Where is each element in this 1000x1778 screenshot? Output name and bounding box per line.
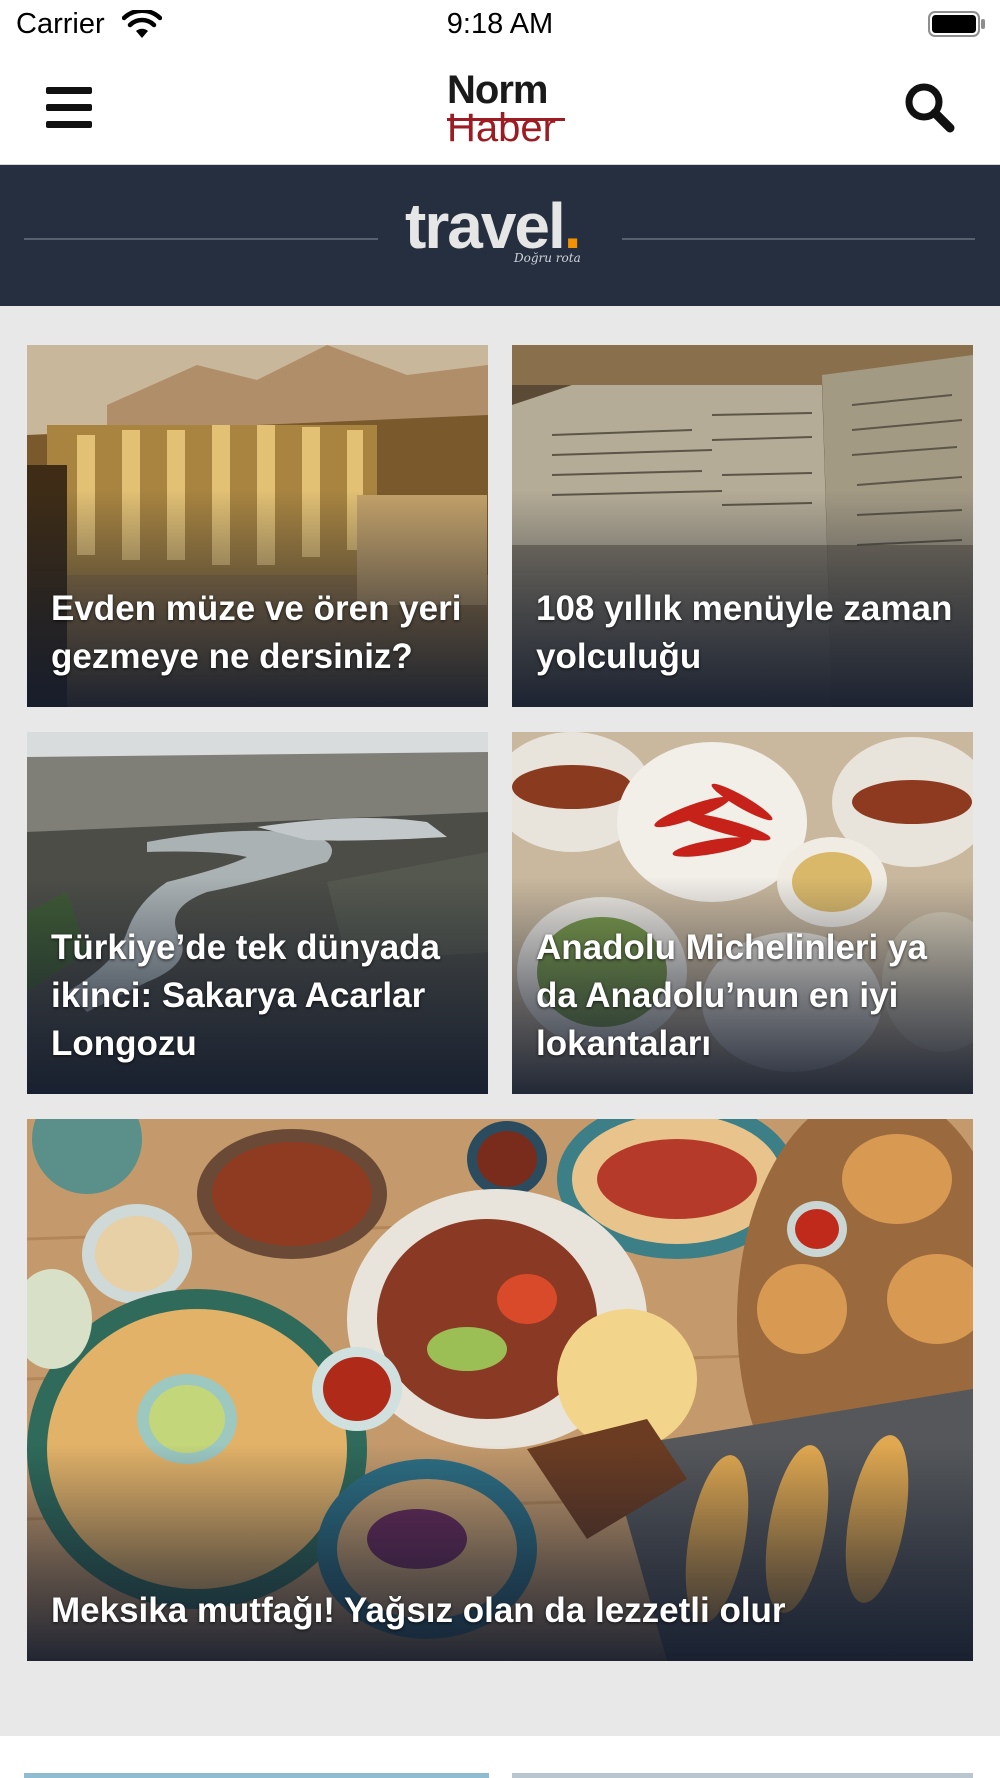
next-section (0, 1736, 1000, 1778)
article-title: Evden müze ve ören yeri gezmeye ne dersi… (51, 589, 462, 676)
search-button[interactable] (902, 80, 956, 134)
search-icon (905, 83, 955, 133)
article-card[interactable]: 108 yıllık menüyle zaman yolculuğu (512, 345, 973, 707)
article-card[interactable]: Türkiye’de tek dünyada ikinci: Sakarya A… (27, 732, 488, 1094)
hamburger-menu-icon (46, 87, 92, 94)
article-title: Meksika mutfağı! Yağsız olan da lezzetli… (51, 1591, 786, 1630)
banner-divider-left (24, 238, 378, 240)
next-card-peek[interactable] (512, 1773, 973, 1778)
battery-icon (928, 11, 985, 37)
article-title: Türkiye’de tek dünyada ikinci: Sakarya A… (51, 928, 441, 1063)
travel-section-banner: travel. Doğru rota (0, 165, 1000, 306)
banner-divider-right (622, 238, 975, 240)
article-title: 108 yıllık menüyle zaman yolculuğu (536, 589, 953, 676)
article-card[interactable]: Evden müze ve ören yeri gezmeye ne dersi… (27, 345, 488, 707)
app-header: Norm Haber (0, 50, 1000, 165)
article-title: Anadolu Michelinleri ya da Anadolu’nun e… (536, 928, 927, 1063)
travel-tagline: Doğru rota (514, 251, 581, 265)
norm-haber-logo[interactable]: Norm Haber (447, 68, 567, 150)
article-card-featured[interactable]: Meksika mutfağı! Yağsız olan da lezzetli… (27, 1119, 973, 1661)
next-card-peek[interactable] (24, 1773, 489, 1778)
status-bar: Carrier 9:18 AM (0, 0, 1000, 50)
status-time: 9:18 AM (446, 8, 554, 40)
article-card[interactable]: Anadolu Michelinleri ya da Anadolu’nun e… (512, 732, 973, 1094)
logo-haber-text: Haber (447, 106, 556, 150)
menu-button[interactable] (46, 83, 94, 131)
